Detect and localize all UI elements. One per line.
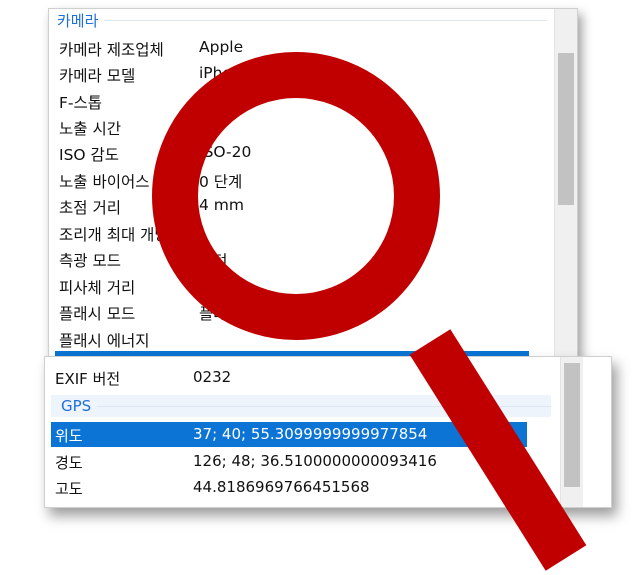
property-label: 조리개 최대 개방 — [59, 226, 169, 244]
property-value: F/1.8 — [199, 91, 238, 109]
property-row-focal-length[interactable]: 초점 거리 4 mm — [55, 193, 529, 219]
gps-group-header: GPS — [51, 395, 551, 417]
property-label: 노출 시간 — [59, 120, 121, 138]
camera-group-header: 카메라 — [57, 9, 547, 31]
property-row-exposure-bias[interactable]: 노출 바이어스 0 단계 — [55, 167, 529, 193]
property-value: 0232 — [193, 368, 232, 386]
property-row-exposure-time[interactable]: 노출 시간 — [55, 114, 529, 140]
property-row-camera-model[interactable]: 카메라 모델 iPhone 7 — [55, 61, 529, 87]
group-divider — [97, 405, 551, 407]
vertical-scrollbar[interactable] — [554, 9, 577, 357]
property-value: 0 단계 — [199, 173, 243, 191]
property-label: 카메라 모델 — [59, 67, 136, 85]
property-value: 126; 48; 36.5100000000093416 — [193, 452, 437, 470]
property-value: iPhone 7 — [199, 64, 267, 82]
property-value: ISO-20 — [199, 143, 252, 161]
property-value: 플래시 끔 — [199, 305, 261, 323]
property-label: 경도 — [55, 454, 83, 472]
property-row-f-stop[interactable]: F-스톱 F/1.8 — [55, 88, 529, 114]
property-label: EXIF 버전 — [55, 370, 121, 388]
scrollbar-thumb[interactable] — [558, 53, 574, 205]
property-row-metering-mode[interactable]: 측광 모드 패턴 — [55, 246, 529, 272]
property-row-max-aperture[interactable]: 조리개 최대 개방 — [55, 220, 529, 246]
property-value: 44.8186969766451568 — [193, 478, 370, 496]
properties-panel-gps: EXIF 버전 0232 GPS 위도 37; 40; 55.309999999… — [44, 356, 612, 508]
group-divider — [104, 19, 547, 21]
property-label: 플래시 모드 — [59, 305, 136, 323]
property-label: 측광 모드 — [59, 252, 121, 270]
property-row-camera-maker[interactable]: 카메라 제조업체 Apple — [55, 35, 529, 61]
property-label: 노출 바이어스 — [59, 173, 150, 191]
property-label: 카메라 제조업체 — [59, 41, 164, 59]
property-label: F-스톱 — [59, 94, 103, 112]
property-value: Apple — [199, 38, 244, 56]
property-row-longitude[interactable]: 경도 126; 48; 36.5100000000093416 — [51, 449, 527, 474]
property-label: 위도 — [55, 427, 83, 445]
property-row-iso[interactable]: ISO 감도 ISO-20 — [55, 140, 529, 166]
properties-panel-camera: 카메라 카메라 제조업체 Apple 카메라 모델 iPhone 7 F-스톱 … — [48, 8, 578, 359]
property-row-altitude[interactable]: 고도 44.8186969766451568 — [51, 475, 527, 500]
property-row-latitude[interactable]: 위도 37; 40; 55.3099999999977854 — [51, 422, 527, 447]
vertical-scrollbar[interactable] — [560, 357, 583, 507]
camera-group-title: 카메라 — [57, 11, 99, 30]
property-value: 37; 40; 55.3099999999977854 — [193, 425, 428, 443]
property-label: 고도 — [55, 480, 83, 498]
property-value: 패턴 — [199, 252, 228, 270]
gps-group-title: GPS — [61, 397, 92, 415]
property-row-exif-version[interactable]: EXIF 버전 0232 — [51, 365, 527, 390]
property-row-flash-mode[interactable]: 플래시 모드 플래시 끔 — [55, 299, 529, 325]
property-label: 피사체 거리 — [59, 279, 136, 297]
property-label: 플래시 에너지 — [59, 332, 150, 350]
property-label: ISO 감도 — [59, 146, 120, 164]
property-row-flash-energy[interactable]: 플래시 에너지 — [55, 326, 529, 352]
scrollbar-thumb[interactable] — [564, 363, 580, 487]
property-label: 초점 거리 — [59, 199, 121, 217]
property-value: 4 mm — [199, 196, 244, 214]
property-row-subject-distance[interactable]: 피사체 거리 — [55, 273, 529, 299]
